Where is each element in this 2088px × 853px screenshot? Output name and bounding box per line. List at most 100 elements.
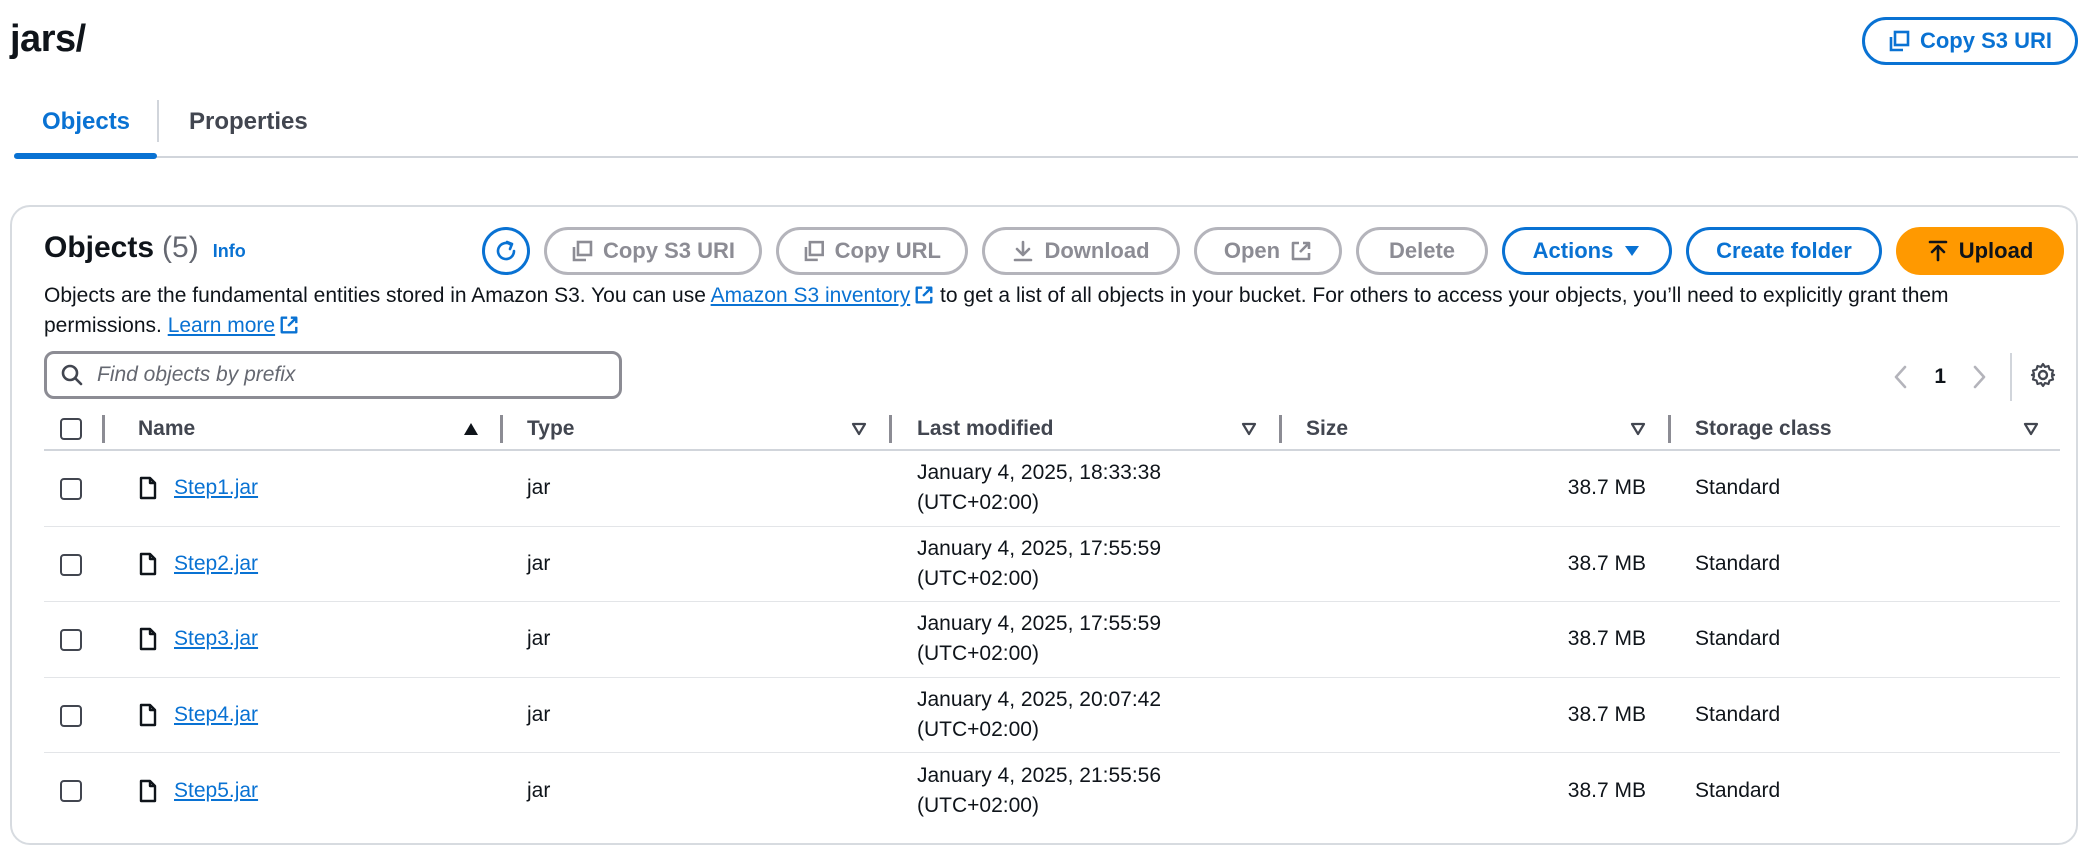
open-label: Open (1223, 238, 1281, 263)
actions-dropdown[interactable]: Actions (1502, 227, 1672, 275)
object-type: jar (527, 778, 551, 802)
sort-icon (1630, 422, 1646, 436)
delete-button[interactable]: Delete (1356, 227, 1488, 275)
refresh-icon (496, 240, 516, 261)
column-resizer[interactable] (1668, 415, 1671, 443)
objects-count: (5) (162, 231, 199, 264)
column-header-type[interactable]: Type (527, 407, 574, 451)
column-header-name[interactable]: Name (138, 407, 195, 451)
object-storage-class: Standard (1695, 778, 1781, 802)
header-copy-s3-uri-button[interactable]: Copy S3 URI (1862, 17, 2078, 65)
file-icon (139, 552, 157, 575)
object-last-modified: January 4, 2025, 18:33:38 (UTC+02:00) (917, 458, 1161, 518)
table-row[interactable]: Step1.jar jar January 4, 2025, 18:33:38 … (44, 451, 2060, 527)
object-name-link[interactable]: Step5.jar (174, 779, 258, 803)
external-link-icon (1291, 241, 1311, 261)
row-checkbox[interactable] (60, 780, 82, 802)
object-size: 38.7 MB (1567, 476, 1646, 500)
column-divider (102, 415, 105, 443)
object-size: 38.7 MB (1567, 702, 1646, 726)
file-icon (139, 628, 157, 651)
object-size: 38.7 MB (1567, 778, 1646, 802)
object-storage-class: Standard (1695, 702, 1781, 726)
modified-date: January 4, 2025, 21:55:56 (917, 763, 1162, 787)
table-row[interactable]: Step5.jar jar January 4, 2025, 21:55:56 … (44, 753, 2060, 829)
preferences-button[interactable] (2030, 362, 2056, 393)
caret-down-icon (1625, 246, 1640, 256)
column-header-last-modified[interactable]: Last modified (917, 407, 1054, 451)
table-row[interactable]: Step4.jar jar January 4, 2025, 20:07:42 … (44, 678, 2060, 753)
search-input[interactable] (97, 363, 577, 387)
column-header-storage-class[interactable]: Storage class (1695, 407, 1832, 451)
table-row[interactable]: Step2.jar jar January 4, 2025, 17:55:59 … (44, 527, 2060, 602)
object-name-link[interactable]: Step3.jar (174, 627, 258, 651)
object-last-modified: January 4, 2025, 20:07:42 (UTC+02:00) (917, 685, 1161, 745)
create-folder-label: Create folder (1716, 238, 1852, 263)
object-storage-class: Standard (1695, 627, 1781, 651)
row-checkbox[interactable] (60, 629, 82, 651)
search-box (44, 351, 622, 399)
modified-date: January 4, 2025, 17:55:59 (917, 536, 1162, 560)
column-header-size[interactable]: Size (1306, 407, 1348, 451)
external-link-icon (280, 316, 298, 334)
copy-icon (572, 240, 593, 262)
copy-url-button[interactable]: Copy URL (776, 227, 968, 275)
search-icon (61, 364, 83, 386)
object-type: jar (527, 551, 551, 575)
info-link[interactable]: Info (213, 241, 246, 262)
file-icon (139, 477, 157, 500)
objects-toolbar: Copy S3 URI Copy URL Download Open Delet… (482, 227, 2064, 275)
object-name-link[interactable]: Step4.jar (174, 703, 258, 727)
table-row[interactable]: Step3.jar jar January 4, 2025, 17:55:59 … (44, 602, 2060, 678)
s3-inventory-link[interactable]: Amazon S3 inventory (711, 284, 911, 307)
create-folder-button[interactable]: Create folder (1686, 227, 1882, 275)
objects-description: Objects are the fundamental entities sto… (44, 281, 2044, 341)
current-page-number[interactable]: 1 (1934, 365, 1946, 389)
object-name-link[interactable]: Step1.jar (174, 476, 258, 500)
chevron-right-icon (1973, 365, 1986, 389)
column-resizer[interactable] (889, 415, 892, 443)
copy-s3-uri-button[interactable]: Copy S3 URI (544, 227, 762, 275)
object-size: 38.7 MB (1567, 551, 1646, 575)
upload-label: Upload (1958, 238, 2034, 263)
copy-s3-uri-label: Copy S3 URI (602, 238, 735, 263)
column-resizer[interactable] (1279, 415, 1282, 443)
download-button[interactable]: Download (982, 227, 1180, 275)
object-last-modified: January 4, 2025, 21:55:56 (UTC+02:00) (917, 761, 1161, 821)
row-checkbox[interactable] (60, 553, 82, 576)
actions-label: Actions (1532, 238, 1614, 263)
object-name-link[interactable]: Step2.jar (174, 552, 258, 576)
tab-divider (157, 100, 159, 142)
object-last-modified: January 4, 2025, 17:55:59 (UTC+02:00) (917, 609, 1161, 669)
chevron-left-icon (1895, 365, 1907, 389)
active-tab-indicator (14, 153, 157, 159)
copy-icon (1889, 30, 1910, 52)
next-page-button[interactable] (1966, 365, 1994, 389)
prev-page-button[interactable] (1886, 365, 1914, 389)
row-checkbox[interactable] (60, 478, 82, 500)
modified-date: January 4, 2025, 17:55:59 (917, 612, 1162, 636)
pagination-divider (2010, 353, 2012, 401)
upload-button[interactable]: Upload (1896, 227, 2064, 275)
column-resizer[interactable] (500, 415, 503, 443)
modified-timezone: (UTC+02:00) (917, 717, 1039, 741)
modified-date: January 4, 2025, 18:33:38 (917, 461, 1162, 485)
tab-properties[interactable]: Properties (189, 108, 308, 136)
object-last-modified: January 4, 2025, 17:55:59 (UTC+02:00) (917, 534, 1161, 594)
modified-timezone: (UTC+02:00) (917, 793, 1039, 817)
download-icon (1014, 240, 1033, 262)
tab-bar: Objects Properties (14, 96, 2078, 159)
learn-more-link[interactable]: Learn more (168, 314, 275, 337)
open-button[interactable]: Open (1194, 227, 1342, 275)
object-type: jar (527, 476, 551, 500)
delete-label: Delete (1388, 238, 1456, 263)
refresh-button[interactable] (482, 227, 530, 275)
modified-timezone: (UTC+02:00) (917, 566, 1039, 590)
row-checkbox[interactable] (60, 704, 82, 727)
gear-icon (2030, 362, 2056, 387)
object-storage-class: Standard (1695, 551, 1781, 575)
tab-objects[interactable]: Objects (42, 108, 130, 136)
sort-icon (851, 422, 867, 436)
sort-ascending-icon (464, 423, 478, 435)
select-all-checkbox[interactable] (60, 418, 82, 440)
